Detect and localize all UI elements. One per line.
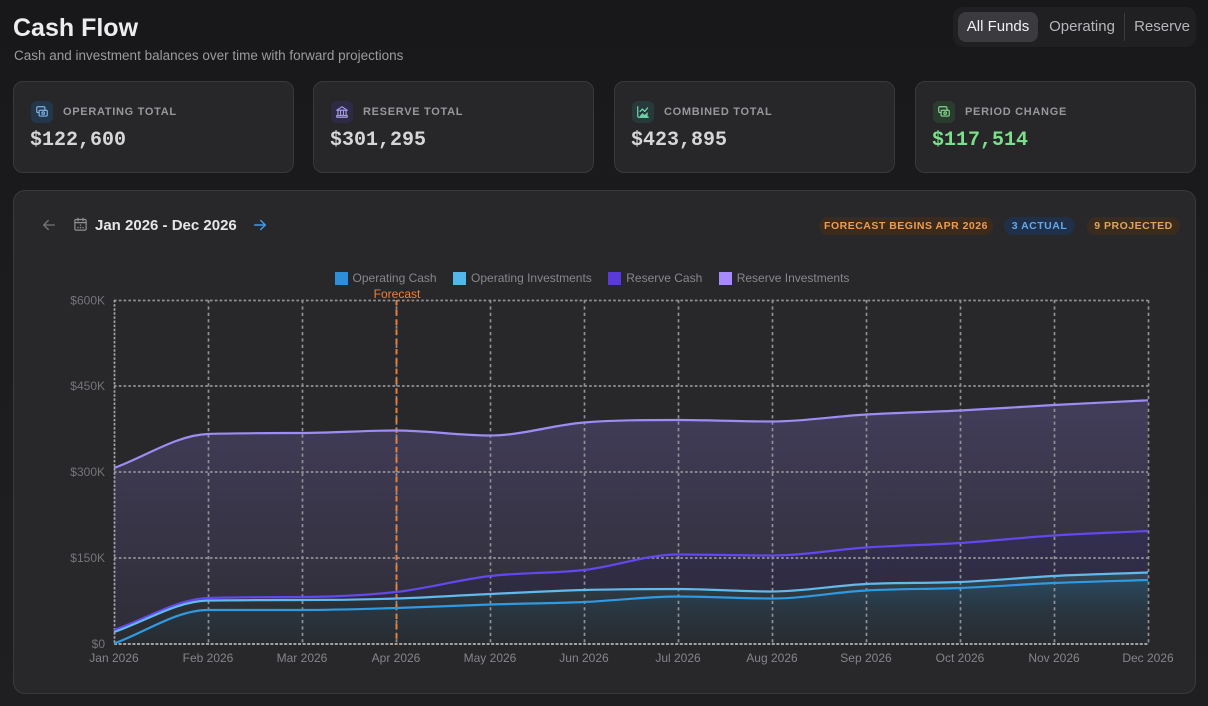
svg-text:Sep 2026: Sep 2026: [840, 651, 892, 665]
svg-text:Mar 2026: Mar 2026: [277, 651, 328, 665]
svg-text:$0: $0: [92, 637, 106, 651]
svg-text:May 2026: May 2026: [464, 651, 517, 665]
svg-text:Dec 2026: Dec 2026: [1122, 651, 1174, 665]
svg-text:$150K: $150K: [70, 551, 105, 565]
svg-text:Feb 2026: Feb 2026: [183, 651, 234, 665]
svg-text:Oct 2026: Oct 2026: [936, 651, 985, 665]
svg-text:Apr 2026: Apr 2026: [372, 651, 421, 665]
svg-text:Aug 2026: Aug 2026: [746, 651, 798, 665]
svg-text:Jan 2026: Jan 2026: [89, 651, 139, 665]
svg-text:Nov 2026: Nov 2026: [1028, 651, 1080, 665]
svg-text:Jul 2026: Jul 2026: [655, 651, 701, 665]
svg-text:$600K: $600K: [70, 294, 105, 308]
svg-text:Jun 2026: Jun 2026: [559, 651, 609, 665]
svg-text:$300K: $300K: [70, 465, 105, 479]
svg-text:$450K: $450K: [70, 379, 105, 393]
